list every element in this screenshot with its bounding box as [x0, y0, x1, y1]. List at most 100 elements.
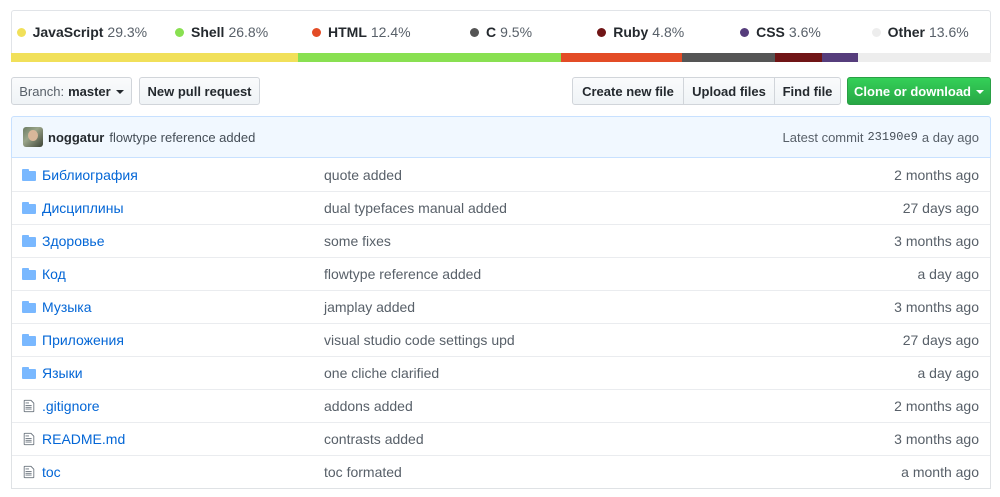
avatar[interactable]	[23, 127, 43, 147]
language-color-dot-icon	[740, 27, 750, 37]
file-age: 2 months ago	[894, 398, 979, 414]
file-name-link[interactable]: toc	[42, 464, 324, 480]
file-age: 3 months ago	[894, 431, 979, 447]
file-name-link[interactable]: Музыка	[42, 299, 324, 315]
language-color-dot-icon	[312, 27, 321, 37]
folder-icon	[22, 333, 36, 347]
language-bar-segment	[560, 53, 683, 62]
file-row: Дисциплины dual typefaces manual added 27 …	[12, 191, 990, 224]
upload-files-button[interactable]: Upload files	[683, 77, 775, 105]
language-item[interactable]: CSS 3.6%	[711, 24, 851, 40]
language-percent: 3.6%	[788, 24, 821, 40]
file-age: 3 months ago	[894, 233, 979, 249]
file-age: a day ago	[917, 266, 980, 282]
file-commit-message-link[interactable]: dual typefaces manual added	[324, 200, 790, 216]
file-icon	[22, 399, 36, 413]
language-item[interactable]: HTML 12.4%	[291, 24, 431, 40]
file-name-link[interactable]: Библиография	[42, 167, 324, 183]
language-name: C	[485, 24, 497, 40]
file-age: 27 days ago	[902, 332, 979, 348]
language-list: JavaScript 29.3% Shell 26.8% HTML 12.4% C 9.5% R…	[12, 11, 990, 53]
file-row: Музыка jamplay added 3 months ago	[12, 290, 990, 323]
language-color-dot-icon	[469, 27, 479, 37]
file-commit-message-link[interactable]: toc formated	[324, 464, 790, 480]
language-name: JavaScript	[32, 24, 104, 40]
commit-sha[interactable]: 23190e9	[867, 130, 917, 144]
file-name-link[interactable]: Код	[42, 266, 324, 282]
language-bar-segment	[822, 53, 858, 62]
language-name: CSS	[756, 24, 785, 40]
file-name-link[interactable]: Приложения	[42, 332, 324, 348]
folder-icon	[22, 201, 36, 215]
latest-commit-label: Latest commit	[782, 129, 864, 145]
folder-icon	[22, 234, 36, 248]
language-item[interactable]: JavaScript 29.3%	[12, 24, 152, 40]
file-age: 3 months ago	[894, 299, 979, 315]
file-name-link[interactable]: Здоровье	[42, 233, 324, 249]
file-row: Код flowtype reference added a day ago	[12, 257, 990, 290]
language-percent: 9.5%	[500, 24, 533, 40]
language-name: Shell	[190, 24, 225, 40]
file-row: .gitignore addons added 2 months ago	[12, 389, 990, 422]
file-commit-message-link[interactable]: flowtype reference added	[324, 266, 790, 282]
language-name: Other	[887, 24, 925, 40]
language-color-dot-icon	[174, 27, 184, 37]
branch-label: Branch:	[19, 83, 65, 99]
file-commit-message-link[interactable]: jamplay added	[324, 299, 790, 315]
language-bar-segment	[857, 53, 991, 62]
file-row: toc toc formated a month ago	[12, 455, 990, 488]
file-commit-message-link[interactable]: visual studio code settings upd	[324, 332, 790, 348]
file-name-link[interactable]: Дисциплины	[42, 200, 324, 216]
file-row: Приложения visual studio code settings up…	[12, 323, 990, 356]
file-table: Библиография quote added 2 months ago Дисци…	[11, 158, 991, 489]
language-color-dot-icon	[597, 27, 607, 37]
language-name: HTML	[328, 24, 367, 40]
file-age: 2 months ago	[894, 166, 979, 183]
file-icon	[22, 432, 36, 446]
commit-message[interactable]: flowtype reference added	[109, 130, 255, 145]
folder-icon	[22, 366, 36, 380]
file-row: Библиография quote added 2 months ago	[12, 158, 990, 191]
language-bar-segment	[775, 53, 823, 62]
language-color-dot-icon	[16, 27, 26, 37]
language-item[interactable]: Other 13.6%	[850, 24, 990, 40]
branch-select-button[interactable]: Branch: master	[11, 77, 132, 105]
file-row: Языки one cliche clarified a day ago	[12, 356, 990, 389]
folder-icon	[22, 168, 36, 182]
language-name: Ruby	[613, 24, 649, 40]
language-bar-segment	[682, 53, 776, 62]
file-name-link[interactable]: Языки	[42, 365, 324, 381]
language-percent: 29.3%	[107, 24, 148, 40]
file-commit-message-link[interactable]: some fixes	[324, 233, 790, 249]
file-commit-message-link[interactable]: quote added	[324, 167, 790, 183]
file-age: 27 days ago	[902, 200, 979, 216]
commit-author[interactable]: noggatur	[48, 130, 104, 145]
file-commit-message-link[interactable]: contrasts added	[324, 431, 790, 447]
create-new-file-button[interactable]: Create new file	[572, 77, 684, 105]
file-commit-message-link[interactable]: addons added	[324, 398, 790, 414]
find-file-button[interactable]: Find file	[774, 77, 841, 105]
file-commit-message-link[interactable]: one cliche clarified	[324, 365, 790, 381]
folder-icon	[22, 267, 36, 281]
language-percent: 13.6%	[928, 24, 969, 40]
language-bar-segment	[11, 53, 299, 62]
folder-icon	[22, 300, 36, 314]
language-item[interactable]: C 9.5%	[431, 24, 571, 40]
clone-or-download-label: Clone or download	[854, 83, 971, 99]
file-age: a day ago	[917, 365, 980, 381]
file-name-link[interactable]: .gitignore	[42, 398, 324, 414]
file-age: a month ago	[901, 464, 979, 480]
language-color-dot-icon	[871, 27, 881, 37]
language-item[interactable]: Shell 26.8%	[152, 24, 292, 40]
language-bar[interactable]	[11, 53, 991, 62]
file-name-link[interactable]: README.md	[42, 431, 324, 447]
latest-commit-bar: noggatur flowtype reference added Latest…	[11, 116, 991, 158]
file-row: Здоровье some fixes 3 months ago	[12, 224, 990, 257]
chevron-down-icon	[976, 90, 984, 94]
new-pull-request-button[interactable]: New pull request	[139, 77, 260, 105]
language-item[interactable]: Ruby 4.8%	[571, 24, 711, 40]
language-percent: 12.4%	[370, 24, 411, 40]
language-percent: 26.8%	[228, 24, 269, 40]
clone-or-download-button[interactable]: Clone or download	[847, 77, 991, 105]
file-actions-group: Create new file Upload files Find file	[572, 77, 841, 105]
